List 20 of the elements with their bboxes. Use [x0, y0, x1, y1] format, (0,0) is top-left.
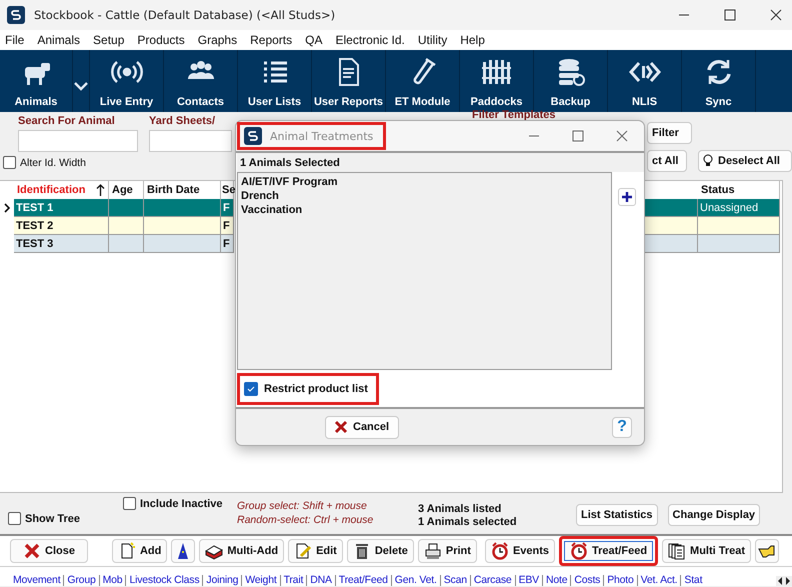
window-title: Stockbook - Cattle (Default Database) (<All Studs>): [34, 8, 336, 22]
table-cell: TEST 1: [14, 199, 109, 217]
yard-sheets-label: Yard Sheets/: [149, 115, 216, 127]
dialog-title-bar: Animal Treatments: [237, 122, 386, 150]
count-text: 1 Animals selected: [418, 516, 518, 528]
checkbox-label: Include Inactive: [140, 498, 223, 510]
hint-text: Random-select: Ctrl + mouse: [237, 514, 374, 526]
checkbox-label: Show Tree: [25, 512, 80, 524]
table-cell: TEST 3: [14, 235, 109, 253]
search-label: Search For Animal: [18, 115, 116, 127]
table-cell: TEST 2: [14, 217, 109, 235]
table-cell: F: [221, 217, 234, 235]
checkbox-label: Alter Id. Width: [20, 156, 86, 168]
hint-text: Group select: Shift + mouse: [237, 500, 368, 512]
selected-count: 1 Animals Selected: [237, 153, 644, 172]
count-text: 3 Animals listed: [418, 503, 502, 515]
table-cell: F: [221, 199, 234, 217]
table-cell: F: [221, 235, 234, 253]
filter-templates-label: Filter Templates: [472, 109, 557, 121]
table-cell: Unassigned: [698, 199, 780, 217]
